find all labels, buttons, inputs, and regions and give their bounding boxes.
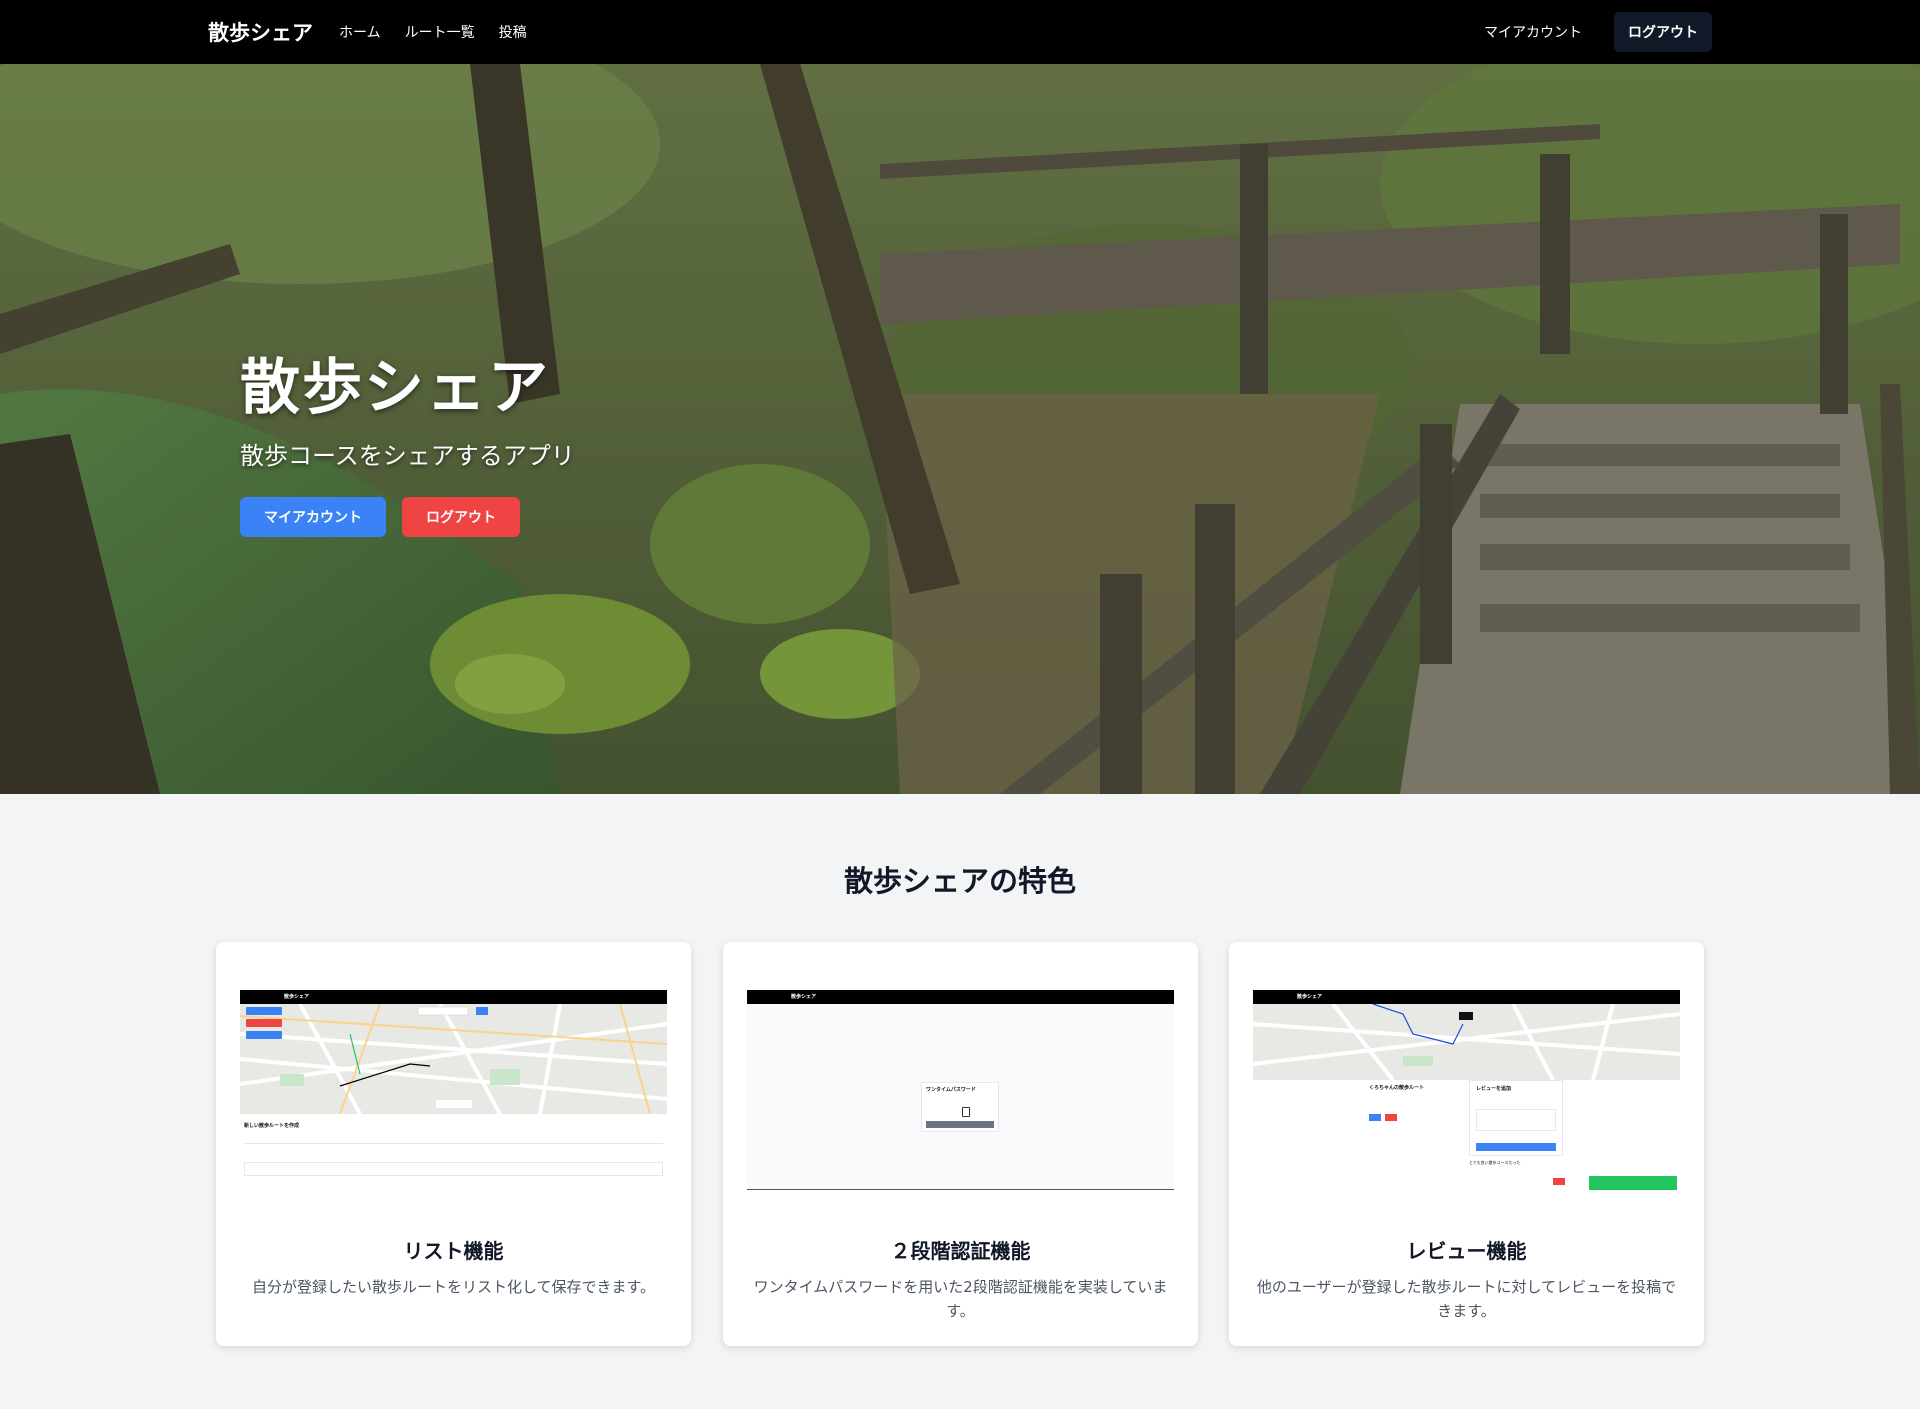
map-preview: [240, 1004, 667, 1114]
otp-dialog: ワンタイムパスワード: [921, 1082, 999, 1132]
feature-screenshot-list: 散歩シェア 新しい散歩ルートを作成: [240, 990, 667, 1190]
route-title: くろちゃんの散歩ルート: [1369, 1085, 1425, 1091]
feature-cards: 散歩シェア 新しい散歩ルートを作成 リスト機能 自分が登録したい散歩ルートをリス…: [216, 942, 1704, 1346]
hero-section: 散歩シェア 散歩コースをシェアするアプリ マイアカウント ログアウト: [0, 64, 1920, 794]
screenshot-brand: 散歩シェア: [284, 994, 310, 1000]
review-form-title: レビューを追加: [1476, 1086, 1512, 1092]
feature-card-list: 散歩シェア 新しい散歩ルートを作成 リスト機能 自分が登録したい散歩ルートをリス…: [216, 942, 691, 1346]
nav-logout-button[interactable]: ログアウト: [1614, 12, 1712, 52]
feature-screenshot-2fa: 散歩シェア ワンタイムパスワード: [747, 990, 1174, 1190]
toast-success: [1589, 1176, 1677, 1190]
brand-logo[interactable]: 散歩シェア: [208, 17, 313, 47]
feature-card-review: 散歩シェア くろちゃんの散歩ルート レビューを追加 とても良い散歩コースだった …: [1229, 942, 1704, 1346]
feature-description-2fa: ワンタイムパスワードを用いた2段階認証機能を実装しています。: [753, 1278, 1168, 1320]
features-heading: 散歩シェアの特色: [843, 864, 1076, 898]
nav-link-route-list[interactable]: ルート一覧: [405, 22, 475, 42]
map-preview: [1253, 1004, 1680, 1080]
otp-dialog-title: ワンタイムパスワード: [926, 1087, 976, 1093]
feature-description-review: 他のユーザーが登録した散歩ルートに対してレビューを投稿できます。: [1256, 1278, 1677, 1320]
hero-subtitle: 散歩コースをシェアするアプリ: [240, 442, 575, 470]
screenshot-brand: 散歩シェア: [791, 994, 817, 1000]
nav-my-account-link[interactable]: マイアカウント: [1484, 22, 1582, 42]
nav-link-home[interactable]: ホーム: [339, 22, 381, 42]
hero-title: 散歩シェア: [240, 353, 550, 423]
feature-title-2fa: ２段階認証機能: [890, 1239, 1031, 1263]
nav-link-post[interactable]: 投稿: [499, 22, 527, 42]
top-navbar: 散歩シェア ホーム ルート一覧 投稿 マイアカウント ログアウト: [0, 0, 1920, 64]
feature-title-review: レビュー機能: [1406, 1239, 1527, 1263]
feature-card-2fa: 散歩シェア ワンタイムパスワード ２段階認証機能 ワンタイムパスワードを用いた2…: [723, 942, 1198, 1346]
feature-title-list: リスト機能: [403, 1239, 504, 1263]
screenshot-form-title: 新しい散歩ルートを作成: [244, 1123, 300, 1129]
hero-logout-button[interactable]: ログアウト: [402, 497, 520, 537]
feature-screenshot-review: 散歩シェア くろちゃんの散歩ルート レビューを追加 とても良い散歩コースだった: [1253, 990, 1680, 1190]
screenshot-brand: 散歩シェア: [1297, 994, 1323, 1000]
hero-my-account-button[interactable]: マイアカウント: [240, 497, 386, 537]
route-panel: くろちゃんの散歩ルート: [1365, 1080, 1465, 1190]
hero-content: 散歩シェア 散歩コースをシェアするアプリ マイアカウント ログアウト: [240, 339, 575, 537]
review-form: レビューを追加: [1469, 1080, 1563, 1156]
review-item-text: とても良い散歩コースだった: [1469, 1160, 1521, 1165]
feature-description-list: 自分が登録したい散歩ルートをリスト化して保存できます。: [251, 1278, 656, 1296]
